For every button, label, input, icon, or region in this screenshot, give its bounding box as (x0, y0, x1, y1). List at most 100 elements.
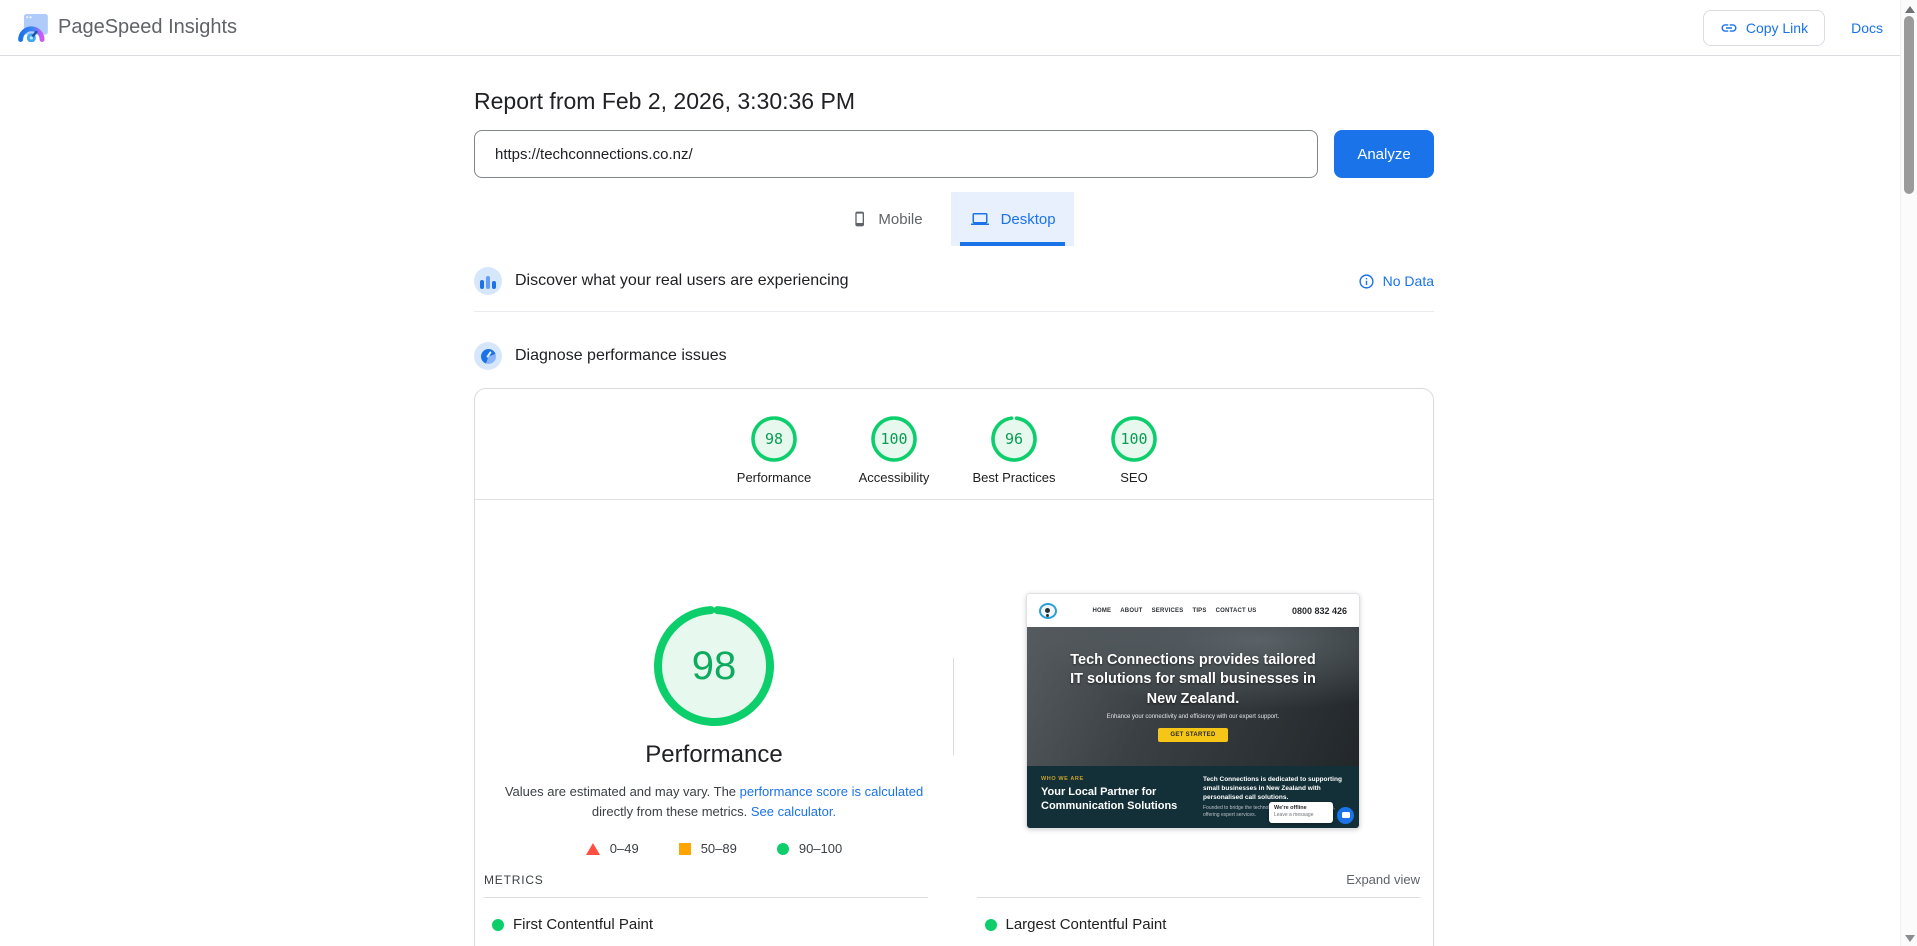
metrics-columns: First Contentful Paint Largest Contentfu… (475, 897, 1433, 933)
metric-row-lcp[interactable]: Largest Contentful Paint (977, 916, 1421, 933)
screenshot-column: HOMEABOUTSERVICESTIPSCONTACT US 0800 832… (953, 500, 1433, 856)
score-explanation: Values are estimated and may vary. The p… (504, 782, 924, 822)
tab-mobile-label: Mobile (878, 211, 922, 228)
site-hero-subtext: Enhance your connectivity and efficiency… (1107, 714, 1280, 720)
site-cta-button: GET STARTED (1158, 728, 1227, 742)
metric-column-left: First Contentful Paint (484, 897, 928, 933)
score-legend: 0–49 50–89 90–100 (574, 841, 854, 856)
field-data-heading: Discover what your real users are experi… (515, 272, 848, 290)
tab-desktop[interactable]: Desktop (951, 192, 1074, 246)
category-seo[interactable]: 100 SEO (1074, 415, 1194, 485)
category-performance[interactable]: 98 Performance (714, 415, 834, 485)
metric-row-fcp[interactable]: First Contentful Paint (484, 916, 928, 933)
legend-pass: 90–100 (777, 841, 842, 856)
site-navbar: HOMEABOUTSERVICESTIPSCONTACT US 0800 832… (1027, 594, 1359, 627)
fail-range-label: 0–49 (610, 841, 639, 856)
site-logo (1039, 603, 1057, 619)
site-hero: Tech Connections provides tailored IT so… (1027, 627, 1359, 766)
best-practices-label: Best Practices (972, 470, 1055, 485)
report-card: 98 Performance 100 Accessibility (474, 388, 1434, 946)
mobile-phone-icon (852, 208, 868, 230)
category-accessibility[interactable]: 100 Accessibility (834, 415, 954, 485)
tab-mobile[interactable]: Mobile (834, 192, 940, 246)
desktop-laptop-icon (969, 210, 991, 228)
url-input[interactable] (474, 130, 1318, 178)
panel-vertical-divider (953, 658, 954, 755)
vertical-scrollbar[interactable] (1900, 0, 1917, 946)
site-local-heading: Your Local Partner for Communication Sol… (1041, 786, 1191, 814)
site-kicker: WHO WE ARE (1041, 776, 1191, 782)
average-square-icon (679, 843, 691, 855)
site-phone: 0800 832 426 (1292, 606, 1347, 616)
see-calculator-link[interactable]: See calculator. (751, 804, 836, 819)
scrollbar-thumb[interactable] (1904, 16, 1914, 194)
scroll-down-arrow-icon[interactable] (1905, 935, 1915, 942)
note-text-2: directly from these metrics. (592, 804, 751, 819)
chat-status: We're offline (1274, 805, 1328, 811)
report-heading: Report from Feb 2, 2026, 3:30:36 PM (474, 88, 1434, 115)
info-icon (1358, 273, 1375, 290)
best-practices-score-circle: 96 (990, 415, 1038, 463)
performance-score-value: 98 (750, 415, 798, 463)
top-bar: PageSpeed Insights Copy Link Docs (0, 0, 1917, 56)
copy-link-label: Copy Link (1746, 20, 1808, 36)
chat-prompt: Leave a message (1274, 812, 1328, 818)
site-about-text: Tech Connections is dedicated to support… (1203, 776, 1342, 801)
gauge-score-value: 98 (652, 604, 776, 728)
pagespeed-insights-page: PageSpeed Insights Copy Link Docs Report… (0, 0, 1917, 946)
pass-range-label: 90–100 (799, 841, 842, 856)
metrics-title: METRICS (484, 873, 544, 887)
pass-circle-icon (777, 843, 789, 855)
lab-data-section-header: Diagnose performance issues (474, 342, 1434, 370)
field-data-section-header: Discover what your real users are experi… (474, 267, 1434, 295)
link-icon (1720, 19, 1738, 37)
accessibility-score-circle: 100 (870, 415, 918, 463)
analyze-button[interactable]: Analyze (1334, 130, 1434, 178)
accessibility-label: Accessibility (859, 470, 930, 485)
category-best-practices[interactable]: 96 Best Practices (954, 415, 1074, 485)
chat-bubble-icon (1337, 807, 1354, 824)
lcp-pass-dot-icon (985, 919, 997, 931)
page-screenshot-thumbnail[interactable]: HOMEABOUTSERVICESTIPSCONTACT US 0800 832… (1026, 593, 1360, 829)
legend-fail: 0–49 (586, 841, 639, 856)
search-row: Analyze (474, 130, 1434, 178)
metrics-header: METRICS Expand view (475, 872, 1433, 887)
site-nav-links: HOMEABOUTSERVICESTIPSCONTACT US (1057, 608, 1292, 614)
site-about-band: WHO WE ARE Your Local Partner for Commun… (1027, 766, 1359, 829)
docs-link[interactable]: Docs (1851, 20, 1883, 36)
section-divider (474, 311, 1434, 312)
performance-gauge: 98 (652, 604, 776, 728)
site-hero-heading: Tech Connections provides tailored IT so… (1068, 651, 1318, 708)
scroll-up-arrow-icon[interactable] (1905, 6, 1915, 13)
tab-desktop-label: Desktop (1001, 211, 1056, 228)
expand-view-button[interactable]: Expand view (1346, 872, 1420, 887)
device-tabs: Mobile Desktop (474, 192, 1434, 246)
main-content: Report from Feb 2, 2026, 3:30:36 PM Anal… (474, 88, 1434, 946)
fail-triangle-icon (586, 843, 600, 855)
score-calc-link[interactable]: performance score is calculated (740, 784, 924, 799)
category-scores-row: 98 Performance 100 Accessibility (475, 389, 1433, 485)
best-practices-score-value: 96 (990, 415, 1038, 463)
performance-score-circle: 98 (750, 415, 798, 463)
fcp-pass-dot-icon (492, 919, 504, 931)
legend-average: 50–89 (679, 841, 737, 856)
fcp-label: First Contentful Paint (513, 916, 653, 933)
accessibility-score-value: 100 (870, 415, 918, 463)
gauge-column: 98 Performance Values are estimated and … (475, 500, 953, 856)
app-title: PageSpeed Insights (58, 16, 237, 39)
note-text-1: Values are estimated and may vary. The (505, 784, 740, 799)
seo-label: SEO (1120, 470, 1147, 485)
seo-score-value: 100 (1110, 415, 1158, 463)
metric-column-right: Largest Contentful Paint (977, 897, 1421, 933)
seo-score-circle: 100 (1110, 415, 1158, 463)
real-users-icon (474, 267, 502, 295)
diagnose-gauge-icon (474, 342, 502, 370)
pagespeed-logo-icon (18, 14, 48, 42)
no-data-status[interactable]: No Data (1358, 273, 1434, 290)
performance-panel: 98 Performance Values are estimated and … (475, 500, 1433, 856)
average-range-label: 50–89 (701, 841, 737, 856)
copy-link-button[interactable]: Copy Link (1703, 10, 1825, 46)
lab-data-heading: Diagnose performance issues (515, 347, 727, 365)
no-data-label: No Data (1383, 273, 1434, 289)
brand[interactable]: PageSpeed Insights (18, 14, 237, 42)
